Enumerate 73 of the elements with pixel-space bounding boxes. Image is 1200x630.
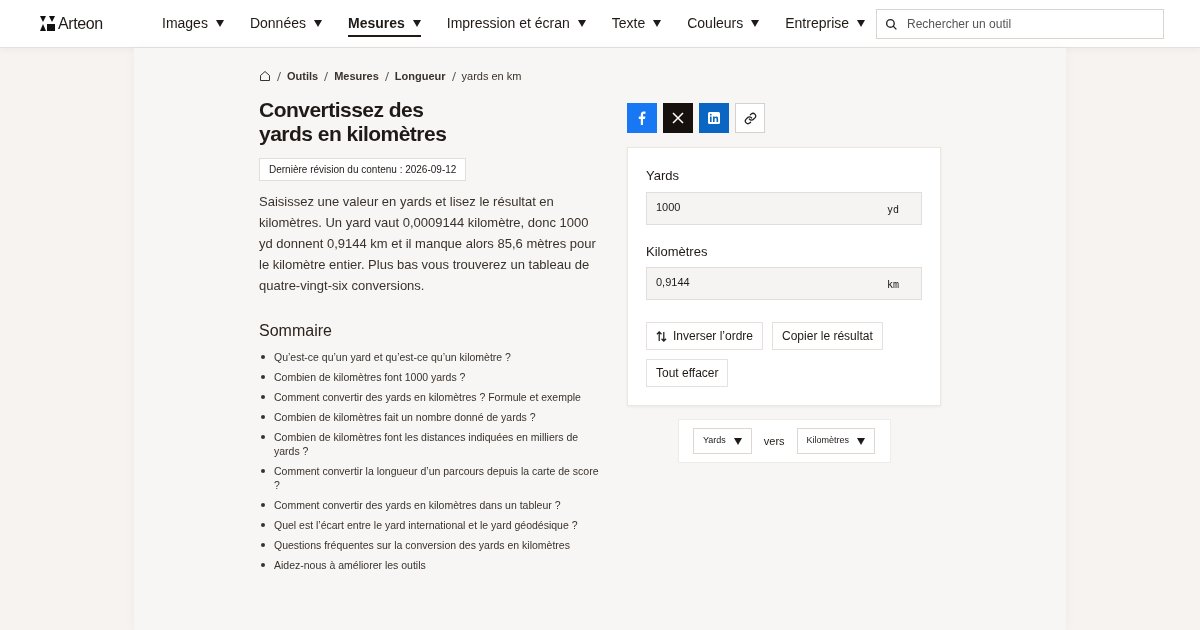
revision-date: Dernière révision du contenu : 2026-09-12 bbox=[259, 158, 467, 181]
bullet-icon bbox=[261, 355, 265, 359]
breadcrumb-link[interactable]: Outils bbox=[287, 67, 319, 85]
bullet-icon bbox=[261, 503, 265, 507]
logo-text: Arteon bbox=[58, 13, 103, 34]
summary-link[interactable]: Comment convertir des yards en kilomètres dans un tableur ? bbox=[274, 498, 600, 512]
summary-link[interactable]: Comment convertir des yards en kilomètres ? Formule et exemple bbox=[274, 390, 600, 404]
caret-icon bbox=[857, 20, 866, 27]
bullet-icon bbox=[261, 469, 265, 473]
nav-menu[interactable]: Entreprise bbox=[785, 13, 866, 34]
linkedin-icon bbox=[708, 112, 720, 124]
nav-menu[interactable]: Données bbox=[249, 13, 322, 34]
caret-icon bbox=[412, 20, 421, 27]
nav-menu[interactable]: Texte bbox=[611, 13, 662, 34]
summary-link[interactable]: Quel est l’écart entre le yard international et le yard géodésique ? bbox=[274, 518, 600, 532]
logo[interactable]: Arteon bbox=[40, 11, 140, 36]
caret-icon bbox=[215, 20, 224, 27]
breadcrumb-current: yards en km bbox=[461, 68, 522, 84]
search-field[interactable]: Rechercher un outil bbox=[876, 8, 1164, 39]
copy-link-button[interactable] bbox=[735, 103, 765, 133]
summary-heading: Sommaire bbox=[259, 321, 333, 341]
summary-link[interactable]: Combien de kilomètres font les distances indiquées en milliers de yards ? bbox=[274, 430, 600, 458]
from-unit-select[interactable]: Yards bbox=[692, 428, 752, 454]
bullet-icon bbox=[261, 375, 265, 379]
intro-paragraph: Saisissez une valeur en yards et lisez le résultat en kilomètres. Un yard vaut 0,0009144 kilomètre, donc 1000 yd donnent 0,9144 km et il manque alors 85,6 mètres pour le kilomètre entier. Plus bas vous trouverez un tableau de quatre-vingt-six conversions. bbox=[259, 193, 597, 295]
bullet-icon bbox=[261, 435, 265, 439]
slash-separator-icon bbox=[324, 71, 329, 81]
caret-icon bbox=[653, 20, 662, 27]
search-icon bbox=[885, 17, 898, 31]
x-icon bbox=[672, 112, 684, 124]
nav-menu[interactable]: Couleurs bbox=[687, 13, 760, 34]
caret-icon bbox=[577, 20, 586, 27]
field-label: Yards bbox=[646, 167, 680, 185]
bullet-icon bbox=[261, 395, 265, 399]
slash-separator-icon bbox=[384, 71, 389, 81]
caret-icon bbox=[313, 20, 322, 27]
caret-icon bbox=[857, 437, 866, 445]
caret-icon bbox=[751, 20, 760, 27]
bullet-icon bbox=[261, 543, 265, 547]
linkedin-button[interactable] bbox=[699, 103, 729, 133]
action-button[interactable]: Inverser l’ordre bbox=[646, 322, 764, 350]
facebook-button[interactable] bbox=[627, 103, 657, 133]
unit-label: km bbox=[886, 279, 899, 291]
bullet-icon bbox=[261, 563, 265, 567]
page-title: Convertissez des yards en kilomètres bbox=[259, 98, 448, 146]
x-button[interactable] bbox=[663, 103, 693, 133]
field-label: Kilomètres bbox=[646, 242, 709, 261]
to-unit-select[interactable]: Kilomètres bbox=[796, 428, 876, 454]
unit-label: yd bbox=[886, 203, 899, 216]
summary-link[interactable]: Comment convertir la longueur d’un parcours depuis la carte de score ? bbox=[274, 464, 600, 492]
joiner-text: vers bbox=[763, 433, 785, 449]
link-icon bbox=[743, 111, 757, 125]
summary-link[interactable]: Qu’est-ce qu’un yard et qu’est-ce qu’un kilomètre ? bbox=[274, 350, 600, 364]
slash-separator-icon bbox=[277, 71, 281, 81]
bullet-icon bbox=[261, 415, 265, 419]
bullet-icon bbox=[261, 523, 265, 527]
breadcrumb-link[interactable]: Longueur bbox=[394, 67, 446, 85]
home-icon[interactable] bbox=[259, 70, 271, 82]
action-button[interactable]: Copier le résultat bbox=[772, 322, 883, 350]
nav-menu[interactable]: Impression et écran bbox=[446, 13, 586, 34]
logo-icon bbox=[40, 16, 55, 31]
summary-link[interactable]: Aidez-nous à améliorer les outils bbox=[274, 558, 600, 572]
facebook-icon bbox=[638, 111, 646, 125]
breadcrumb-link[interactable]: Mesures bbox=[334, 67, 379, 85]
summary-link[interactable]: Combien de kilomètres font 1000 yards ? bbox=[274, 370, 600, 384]
caret-icon bbox=[733, 437, 742, 445]
swap-icon bbox=[656, 330, 667, 342]
summary-link[interactable]: Combien de kilomètres fait un nombre donné de yards ? bbox=[274, 410, 600, 424]
action-button[interactable]: Tout effacer bbox=[646, 359, 729, 387]
summary-link[interactable]: Questions fréquentes sur la conversion des yards en kilomètres bbox=[274, 538, 600, 552]
slash-separator-icon bbox=[451, 71, 456, 81]
nav-menu[interactable]: Images bbox=[162, 13, 224, 34]
nav-menu[interactable]: Mesures bbox=[347, 10, 421, 37]
